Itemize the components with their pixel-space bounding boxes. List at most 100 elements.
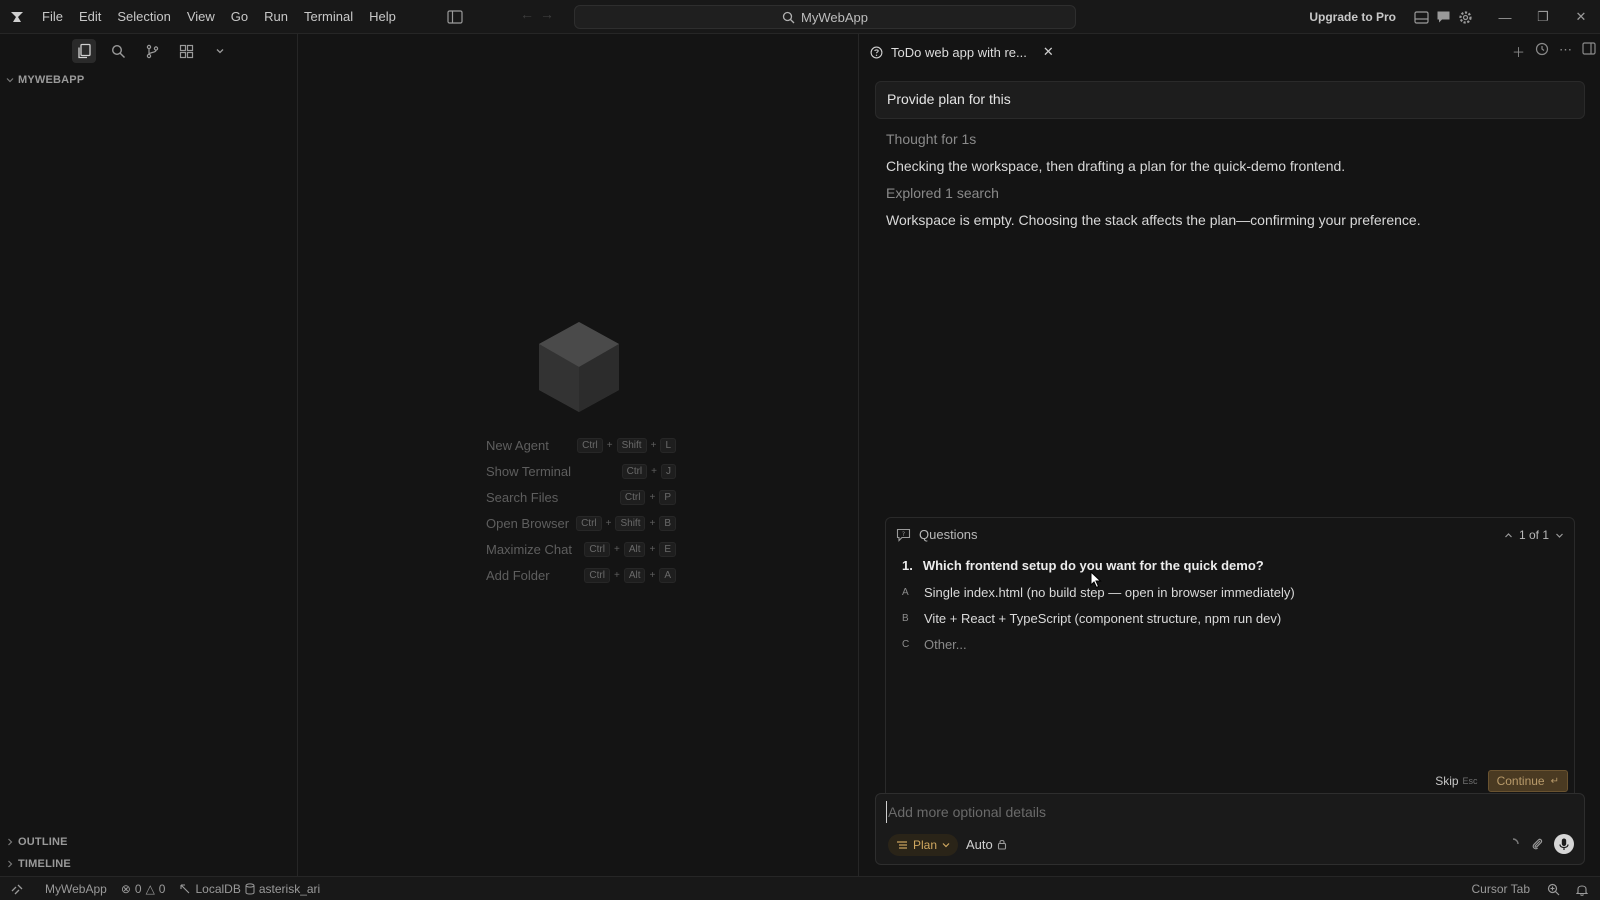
question-title: 1. Which frontend setup do you want for … <box>902 558 1264 573</box>
menu-run[interactable]: Run <box>256 0 296 34</box>
microphone-icon[interactable] <box>1554 834 1574 854</box>
attach-paperclip-icon[interactable] <box>1530 836 1544 852</box>
questions-title: Questions <box>919 527 978 542</box>
response-line-2: Workspace is empty. Choosing the stack a… <box>886 212 1421 228</box>
shortcut-search-files[interactable]: Search Files Ctrl + P <box>486 484 676 510</box>
menu-selection[interactable]: Selection <box>109 0 178 34</box>
problems-indicator[interactable]: ⊗ 0 △ 0 <box>114 882 173 896</box>
explored-detail: 1 search <box>945 185 999 201</box>
pager-label: 1 of 1 <box>1518 528 1549 542</box>
shortcut-new-agent[interactable]: New Agent Ctrl + Shift + L <box>486 432 676 458</box>
menu-edit[interactable]: Edit <box>71 0 109 34</box>
outline-section-header[interactable]: OUTLINE <box>6 836 68 848</box>
enter-key-icon: ↵ <box>1550 775 1559 787</box>
app-logo-icon[interactable] <box>0 0 34 34</box>
chevron-down-icon[interactable] <box>208 39 232 63</box>
upgrade-button[interactable]: Upgrade to Pro <box>1309 10 1396 24</box>
notifications-bell-icon[interactable] <box>1570 883 1600 896</box>
db-label: LocalDB <box>195 881 241 896</box>
menu-terminal[interactable]: Terminal <box>296 0 361 34</box>
warning-count: 0 <box>158 881 166 896</box>
svg-text:?: ? <box>902 531 905 538</box>
option-text: Vite + React + TypeScript (component str… <box>924 611 1282 626</box>
close-tab-icon[interactable]: ✕ <box>1043 44 1054 60</box>
composer-actions <box>1506 834 1574 854</box>
menu-bar: File Edit Selection View Go Run Terminal… <box>34 0 404 34</box>
forward-arrow-icon[interactable]: → <box>540 6 554 22</box>
zoom-icon[interactable] <box>1537 883 1570 896</box>
model-selector[interactable]: Auto <box>966 837 1007 852</box>
more-options-icon[interactable]: ⋯ <box>1559 42 1572 61</box>
command-center-search[interactable]: MyWebApp <box>574 5 1076 29</box>
question-number: 1. <box>902 558 913 573</box>
composer-input[interactable] <box>886 801 1486 823</box>
sidebar: MYWEBAPP OUTLINE TIMELINE <box>0 34 298 876</box>
connection-icon <box>180 883 190 893</box>
option-letter: A <box>902 587 909 598</box>
questions-panel: ? Questions 1 of 1 1. Which frontend set… <box>885 517 1575 799</box>
cursor-cube-logo-icon <box>539 322 619 415</box>
search-icon <box>782 11 795 23</box>
chevron-right-icon <box>8 860 13 868</box>
shortcut-show-terminal[interactable]: Show Terminal Ctrl + J <box>486 458 676 484</box>
warning-icon: △ <box>145 881 155 896</box>
chevron-right-icon <box>8 838 13 846</box>
user-message[interactable]: Provide plan for this <box>875 81 1585 119</box>
cursor-tab-status[interactable]: Cursor Tab <box>1465 882 1537 896</box>
remote-icon[interactable] <box>0 882 31 896</box>
layout-panel-icon[interactable] <box>1410 6 1432 28</box>
lock-icon <box>997 839 1006 850</box>
title-bar: File Edit Selection View Go Run Terminal… <box>0 0 1600 34</box>
editor-area: New Agent Ctrl + Shift + L Show Terminal Ctr… <box>299 34 859 876</box>
outline-label: OUTLINE <box>18 836 68 848</box>
thought-line[interactable]: Thought for 1s <box>886 131 976 147</box>
questions-pager: 1 of 1 <box>1504 528 1564 542</box>
response-line-1: Checking the workspace, then drafting a … <box>886 158 1346 174</box>
chat-panel-icon[interactable] <box>1432 6 1454 28</box>
close-window-icon[interactable]: ✕ <box>1562 0 1600 34</box>
shortcut-add-folder[interactable]: Add Folder Ctrl + Alt + A <box>486 562 676 588</box>
source-control-icon[interactable] <box>140 39 164 63</box>
shortcut-list: New Agent Ctrl + Shift + L Show Terminal Ctr… <box>486 432 676 588</box>
loading-spinner-icon <box>1512 838 1519 845</box>
extensions-icon[interactable] <box>174 39 198 63</box>
explorer-files-icon[interactable] <box>72 39 96 63</box>
history-clock-icon[interactable] <box>1535 42 1549 56</box>
titlebar-right: Upgrade to Pro — ❐ ✕ <box>1309 0 1600 34</box>
minimize-icon[interactable]: — <box>1486 0 1524 34</box>
menu-help[interactable]: Help <box>361 0 404 34</box>
search-icon[interactable] <box>106 39 130 63</box>
nav-arrows: ← → <box>520 6 554 22</box>
explored-line[interactable]: Explored 1 search <box>886 185 999 201</box>
option-b[interactable]: B Vite + React + TypeScript (component s… <box>902 611 1281 626</box>
option-letter: C <box>902 639 910 650</box>
toggle-panel-icon[interactable] <box>1582 42 1596 55</box>
shortcut-maximize-chat[interactable]: Maximize Chat Ctrl + Alt + E <box>486 536 676 562</box>
menu-go[interactable]: Go <box>223 0 256 34</box>
mode-dropdown[interactable]: Plan <box>888 834 959 856</box>
skip-shortcut: Esc <box>1462 776 1478 786</box>
new-chat-plus-icon[interactable]: ＋ <box>1512 42 1525 61</box>
menu-file[interactable]: File <box>34 0 71 34</box>
db-connection[interactable]: LocalDB asterisk_ari <box>172 882 327 896</box>
shortcut-open-browser[interactable]: Open Browser Ctrl + Shift + B <box>486 510 676 536</box>
option-c[interactable]: C Other... <box>902 637 967 652</box>
timeline-section-header[interactable]: TIMELINE <box>6 858 71 870</box>
settings-gear-icon[interactable] <box>1454 6 1476 28</box>
chevron-up-icon[interactable] <box>1504 531 1513 540</box>
option-text: Other... <box>924 637 967 652</box>
menu-view[interactable]: View <box>179 0 223 34</box>
toggle-sidebar-icon[interactable] <box>444 6 466 28</box>
explorer-section-header[interactable]: MYWEBAPP <box>6 74 84 86</box>
chevron-down-icon <box>6 78 14 83</box>
skip-button[interactable]: Skip <box>1435 774 1458 788</box>
back-arrow-icon[interactable]: ← <box>520 6 534 22</box>
project-name[interactable]: MyWebApp <box>31 882 114 896</box>
chat-tab-todo[interactable]: ToDo web app with re... ✕ <box>860 44 1054 60</box>
thought-duration: for 1s <box>941 131 977 147</box>
restore-icon[interactable]: ❐ <box>1524 0 1562 34</box>
command-center-label: MyWebApp <box>801 9 868 25</box>
chevron-down-icon[interactable] <box>1555 531 1564 540</box>
chat-tab-title: ToDo web app with re... <box>891 44 1027 60</box>
continue-button[interactable]: Continue ↵ <box>1487 770 1568 792</box>
